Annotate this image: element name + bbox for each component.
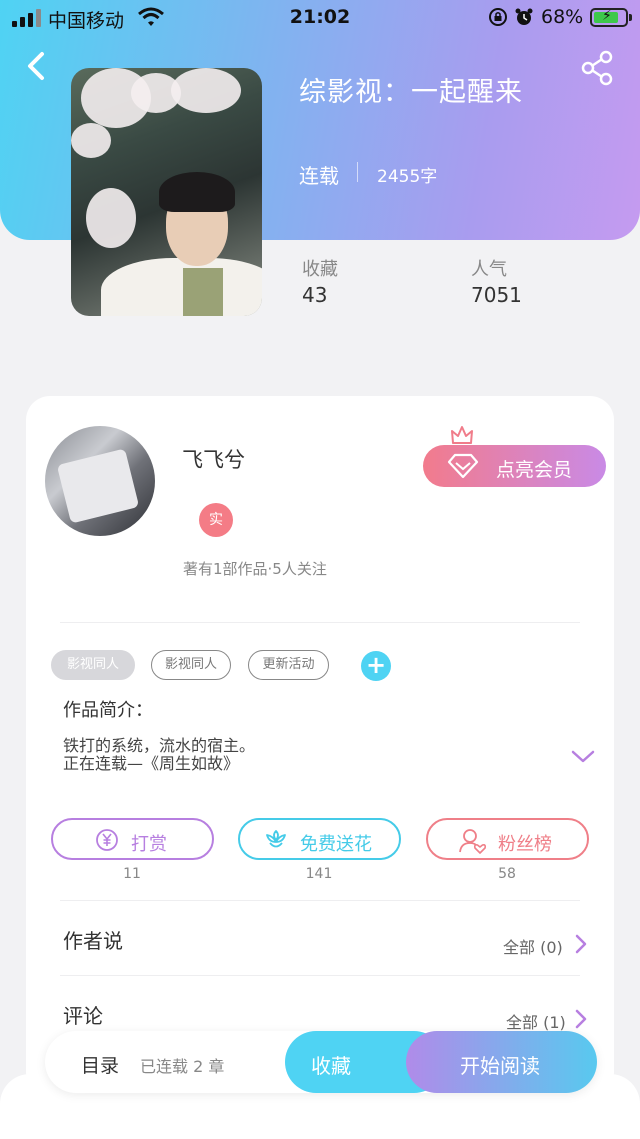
popularity-label: 人气	[471, 259, 507, 280]
divider	[60, 900, 580, 901]
serial-status: 连载	[299, 164, 339, 188]
author-name[interactable]: 飞飞兮	[182, 444, 245, 474]
author-notes-all[interactable]: 全部 (0)	[503, 934, 563, 958]
send-flower-label: 免费送花	[300, 834, 372, 855]
book-cover-image[interactable]	[71, 68, 262, 316]
tag-item[interactable]: 影视同人	[151, 650, 231, 680]
tag-item[interactable]: 更新活动	[248, 650, 329, 680]
flower-count: 141	[305, 866, 333, 882]
tip-button-label: 打赏	[131, 834, 167, 855]
favorites-count: 43	[302, 283, 328, 307]
vip-button-label: 点亮会员	[496, 459, 573, 481]
share-icon[interactable]	[580, 50, 616, 86]
author-avatar[interactable]	[45, 426, 155, 536]
battery-icon: ⚡	[590, 8, 632, 27]
chevron-down-icon[interactable]	[570, 748, 596, 766]
rotation-lock-icon	[489, 8, 507, 26]
chapter-count: 已连载 2 章	[140, 1057, 225, 1076]
status-bar: 中国移动 21:02 68% ⚡	[0, 0, 640, 36]
alarm-icon	[515, 8, 533, 25]
fan-ranking-label: 粉丝榜	[498, 834, 552, 855]
divider	[60, 975, 580, 976]
intro-label: 作品简介：	[63, 700, 153, 721]
flower-icon	[266, 830, 286, 848]
chevron-right-icon[interactable]	[573, 933, 589, 955]
author-meta: 著有1部作品·5人关注	[183, 560, 327, 578]
back-arrow-icon[interactable]	[22, 48, 52, 84]
toc-button[interactable]: 目录	[81, 1051, 119, 1078]
comments-all[interactable]: 全部 (1)	[506, 1009, 566, 1033]
divider	[60, 622, 580, 623]
chevron-right-icon[interactable]	[573, 1008, 589, 1030]
author-notes-title: 作者说	[63, 929, 123, 953]
collect-button-label: 收藏	[311, 1054, 351, 1078]
fans-icon	[459, 829, 487, 854]
add-tag-button[interactable]: +	[361, 651, 391, 681]
start-reading-label: 开始阅读	[460, 1054, 540, 1078]
send-flower-button[interactable]: 免费送花	[238, 818, 401, 860]
verified-badge: 实	[199, 503, 233, 537]
favorites-label: 收藏	[302, 259, 338, 280]
popularity-count: 7051	[471, 283, 522, 307]
diamond-icon	[447, 453, 479, 479]
crown-icon	[451, 426, 473, 444]
battery-percent: 68%	[541, 6, 584, 28]
fan-count: 58	[498, 866, 516, 882]
separator	[357, 162, 358, 182]
tip-button[interactable]: 打赏	[51, 818, 214, 860]
word-count: 2455字	[377, 167, 438, 187]
start-reading-button[interactable]: 开始阅读	[406, 1031, 597, 1093]
comments-title: 评论	[63, 1004, 103, 1028]
vip-button[interactable]: 点亮会员	[423, 445, 606, 487]
yen-icon	[96, 829, 118, 851]
intro-line: 正在连载—《周生如故》	[63, 754, 240, 773]
tip-count: 11	[123, 866, 141, 882]
fan-ranking-button[interactable]: 粉丝榜	[426, 818, 589, 860]
tag-item[interactable]: 影视同人	[51, 650, 135, 680]
book-title: 综影视：一起醒来	[299, 77, 523, 108]
